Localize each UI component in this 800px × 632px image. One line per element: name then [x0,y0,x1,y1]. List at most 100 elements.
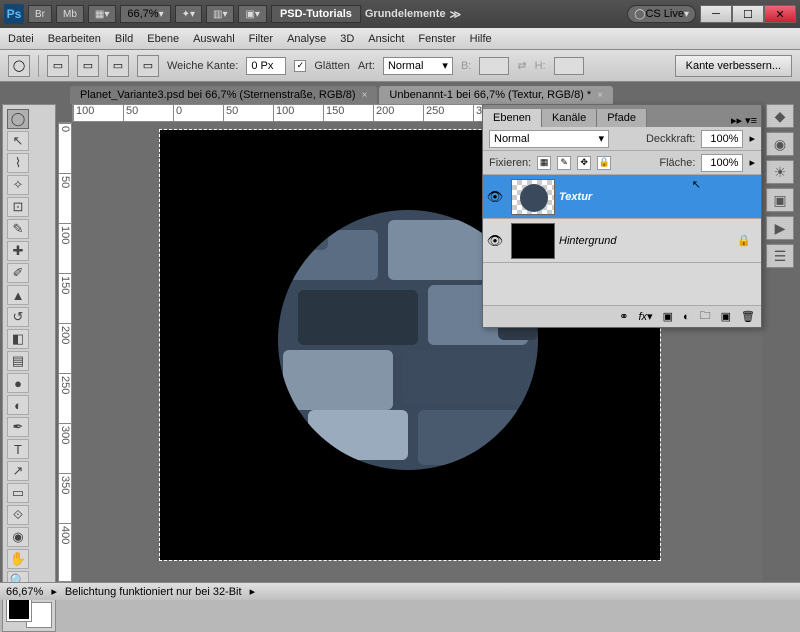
tab-kanale[interactable]: Kanäle [542,109,597,127]
subtract-selection-icon[interactable]: ▭ [107,55,129,77]
mask-icon[interactable]: ▣ [663,310,673,323]
fill-input[interactable]: 100% [701,154,743,172]
screen-mode-button[interactable]: ▣▾ [238,5,266,23]
style-dropdown[interactable]: Normal▾ [383,57,453,75]
fg-color-swatch[interactable] [7,597,31,621]
close-tab-icon[interactable]: × [597,90,603,101]
tab-ebenen[interactable]: Ebenen [483,109,542,127]
zoom-level-dropdown[interactable]: 66,7% ▾ [120,5,170,23]
maximize-button[interactable]: ☐ [732,5,764,23]
visibility-icon[interactable]: 👁 [483,233,507,249]
healing-tool[interactable]: ✚ [7,241,29,261]
menu-ebene[interactable]: Ebene [147,33,179,45]
blur-tool[interactable]: ● [7,373,29,393]
menu-hilfe[interactable]: Hilfe [470,33,492,45]
menu-auswahl[interactable]: Auswahl [193,33,235,45]
lock-position-icon[interactable]: ✥ [577,156,591,170]
lock-transparency-icon[interactable]: ▦ [537,156,551,170]
hand-tool[interactable]: ✋ [7,549,29,569]
color-swatches[interactable] [7,597,51,627]
actions-panel-icon[interactable]: ☰ [766,244,794,268]
history-panel-icon[interactable]: ▶ [766,216,794,240]
status-menu-icon[interactable]: ▸ [250,585,256,598]
dodge-tool[interactable]: ◐ [7,395,29,415]
opacity-input[interactable]: 100% [701,130,743,148]
menu-bild[interactable]: Bild [115,33,133,45]
shape-tool[interactable]: ▭ [7,483,29,503]
panel-collapse-icon[interactable]: ▸▸ [731,114,742,127]
color-panel-icon[interactable]: ◆ [766,104,794,128]
intersect-selection-icon[interactable]: ▭ [137,55,159,77]
refine-edge-button[interactable]: Kante verbessern... [675,55,792,77]
document-tab-2[interactable]: Unbenannt-1 bei 66,7% (Textur, RGB/8) *× [379,86,613,104]
type-tool[interactable]: T [7,439,29,459]
arrange-button[interactable]: ▥▾ [206,5,234,23]
status-zoom[interactable]: 66,67% [6,586,43,598]
view-extras-button[interactable]: ▦▾ [88,5,116,23]
3d-tool[interactable]: ⟐ [7,505,29,525]
workspace-brand[interactable]: PSD-Tutorials [271,5,361,23]
minimize-button[interactable]: ─ [700,5,732,23]
layer-hintergrund[interactable]: 👁 Hintergrund 🔒 [483,219,761,263]
current-tool-icon[interactable]: ◯ [8,55,30,77]
swatches-panel-icon[interactable]: ◉ [766,132,794,156]
menu-fenster[interactable]: Fenster [418,33,455,45]
menu-datei[interactable]: Datei [8,33,34,45]
layer-textur[interactable]: 👁 Textur ↖ [483,175,761,219]
menu-ansicht[interactable]: Ansicht [368,33,404,45]
bridge-button[interactable]: Br [28,5,52,23]
lasso-tool[interactable]: ⌇ [7,153,29,173]
path-tool[interactable]: ↗ [7,461,29,481]
new-selection-icon[interactable]: ▭ [47,55,69,77]
brush-tool[interactable]: ✐ [7,263,29,283]
minibridge-button[interactable]: Mb [56,5,84,23]
marquee-tool[interactable]: ◯ [7,109,29,129]
document-tab-1[interactable]: Planet_Variante3.psd bei 66,7% (Sternens… [70,86,377,104]
adjustment-icon[interactable]: ◐ [683,311,690,323]
move-tool[interactable]: ↖ [7,131,29,151]
menu-bearbeiten[interactable]: Bearbeiten [48,33,101,45]
layer-name[interactable]: Hintergrund [559,235,616,247]
lock-pixels-icon[interactable]: ✎ [557,156,571,170]
wand-tool[interactable]: ✧ [7,175,29,195]
antialias-checkbox[interactable]: ✓ [294,60,306,72]
fill-flyout-icon[interactable]: ▸ [749,156,755,169]
menu-3d[interactable]: 3D [340,33,354,45]
new-layer-icon[interactable]: ▣ [721,310,731,323]
fx-icon[interactable]: fx▾ [638,310,652,323]
visibility-icon[interactable]: 👁 [483,189,507,205]
layer-thumbnail[interactable] [511,179,555,215]
panel-menu-icon[interactable]: ▾≡ [745,114,757,127]
group-icon[interactable]: 🗀 [700,307,711,326]
cslive-button[interactable]: ◯ CS Live ▾ [627,5,696,23]
history-brush-tool[interactable]: ↺ [7,307,29,327]
more-icon[interactable]: ≫ [450,8,462,21]
lock-all-icon[interactable]: 🔒 [597,156,611,170]
gradient-tool[interactable]: ▤ [7,351,29,371]
eyedropper-tool[interactable]: ✎ [7,219,29,239]
opacity-flyout-icon[interactable]: ▸ [749,132,755,145]
menu-analyse[interactable]: Analyse [287,33,326,45]
crop-tool[interactable]: ⊡ [7,197,29,217]
stamp-tool[interactable]: ▲ [7,285,29,305]
tab-pfade[interactable]: Pfade [597,109,647,127]
eraser-tool[interactable]: ◧ [7,329,29,349]
blend-mode-dropdown[interactable]: Normal▾ [489,130,609,148]
adjustments-panel-icon[interactable]: ☀ [766,160,794,184]
pen-tool[interactable]: ✒ [7,417,29,437]
add-selection-icon[interactable]: ▭ [77,55,99,77]
layer-name[interactable]: Textur [559,191,592,203]
layer-thumbnail[interactable] [511,223,555,259]
3d-camera-tool[interactable]: ◉ [7,527,29,547]
hand-tool-button[interactable]: ✦▾ [175,5,202,23]
workspace-name[interactable]: Grundelemente [365,8,446,20]
close-button[interactable]: ✕ [764,5,796,23]
vertical-ruler[interactable]: 050100150200250300350400 [58,122,72,582]
feather-input[interactable] [246,57,286,75]
close-tab-icon[interactable]: × [362,90,368,101]
feather-label: Weiche Kante: [167,60,238,72]
masks-panel-icon[interactable]: ▣ [766,188,794,212]
delete-layer-icon[interactable]: 🗑 [741,310,755,323]
link-layers-icon[interactable]: ⚭ [619,310,628,323]
menu-filter[interactable]: Filter [249,33,273,45]
